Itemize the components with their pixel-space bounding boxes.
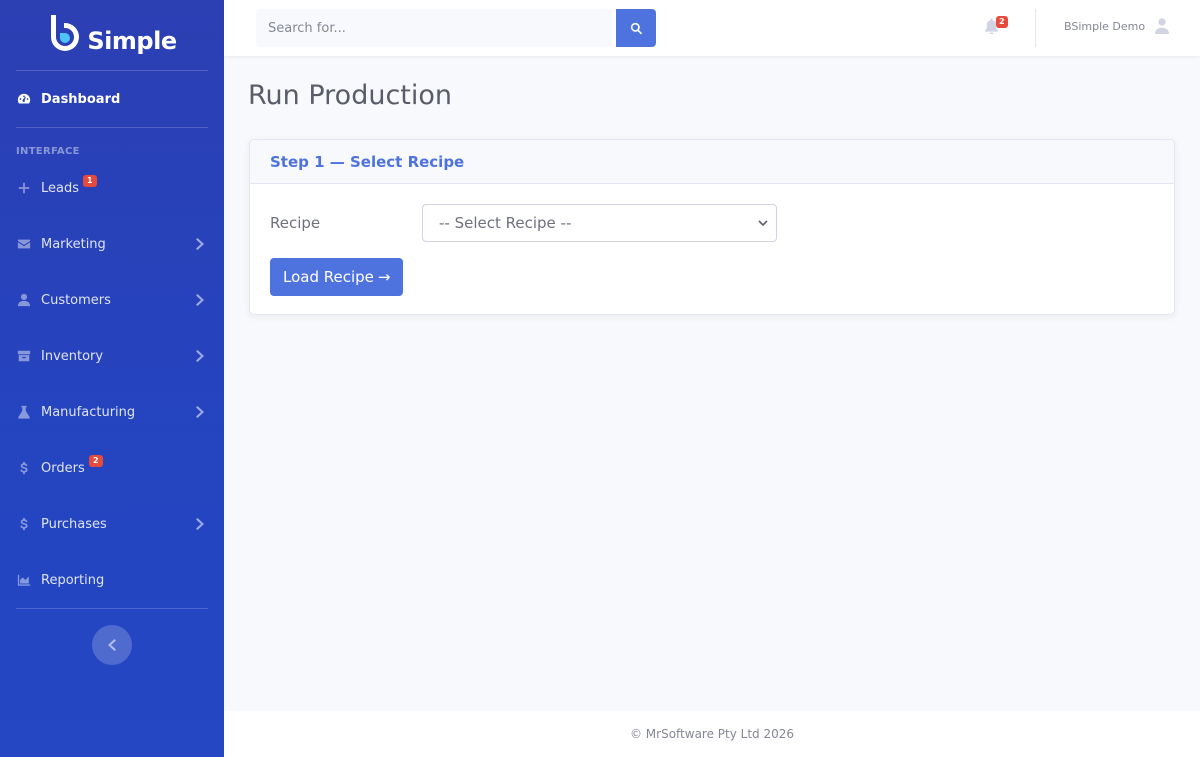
- card-header: Step 1 — Select Recipe: [250, 140, 1174, 184]
- arrow-right-icon: →: [377, 268, 391, 286]
- sidebar-toggle-button[interactable]: [92, 625, 132, 665]
- sidebar-item-purchases[interactable]: Purchases: [0, 496, 224, 552]
- sidebar-item-inventory[interactable]: Inventory: [0, 328, 224, 384]
- chevron-right-icon: [196, 294, 204, 306]
- topbar-divider: [1035, 9, 1036, 47]
- sidebar-item-leads[interactable]: Leads 1: [0, 160, 224, 216]
- search-input[interactable]: [256, 9, 612, 47]
- sidebar-item-label: Inventory: [41, 348, 104, 364]
- sidebar-divider: [16, 608, 208, 609]
- sidebar-item-label: Orders: [41, 460, 85, 476]
- flask-icon: [16, 404, 32, 420]
- recipe-select[interactable]: -- Select Recipe --: [422, 204, 777, 242]
- topbar: 2 BSimple Demo: [224, 0, 1200, 56]
- page-title: Run Production: [248, 80, 453, 111]
- sidebar-item-marketing[interactable]: Marketing: [0, 216, 224, 272]
- user-avatar-icon: [1155, 18, 1170, 34]
- user-menu[interactable]: BSimple Demo: [1064, 18, 1170, 34]
- search-button[interactable]: [616, 9, 656, 47]
- sidebar-item-label: Reporting: [41, 572, 105, 588]
- notifications-button[interactable]: 2: [984, 16, 1008, 36]
- user-icon: [16, 292, 32, 308]
- sidebar-item-label: Dashboard: [41, 91, 121, 107]
- recipe-form-row: Recipe -- Select Recipe --: [270, 204, 777, 242]
- chevron-left-icon: [108, 639, 116, 651]
- select-recipe-card: Step 1 — Select Recipe Recipe -- Select …: [249, 139, 1175, 315]
- envelope-icon: [16, 236, 32, 252]
- user-name: BSimple Demo: [1064, 19, 1146, 33]
- card-title: Step 1 — Select Recipe: [270, 152, 465, 171]
- chevron-right-icon: [196, 350, 204, 362]
- orders-badge: 2: [89, 455, 103, 467]
- sidebar-item-dashboard[interactable]: Dashboard: [0, 71, 224, 127]
- chevron-right-icon: [196, 238, 204, 250]
- sidebar: Simple Dashboard INTERFACE Leads 1 Marke…: [0, 0, 224, 757]
- chevron-right-icon: [196, 406, 204, 418]
- chevron-down-icon: [758, 219, 768, 226]
- copyright-text: © MrSoftware Pty Ltd 2026: [629, 727, 795, 741]
- brand-name: Simple: [87, 27, 177, 55]
- plus-icon: [16, 180, 32, 196]
- sidebar-item-label: Purchases: [41, 516, 107, 532]
- sidebar-item-label: Customers: [41, 292, 111, 308]
- chevron-right-icon: [196, 518, 204, 530]
- search-bar: [256, 9, 656, 47]
- brand-logo-icon: [51, 15, 80, 51]
- notifications-badge: 2: [996, 16, 1008, 28]
- sidebar-item-manufacturing[interactable]: Manufacturing: [0, 384, 224, 440]
- sidebar-item-customers[interactable]: Customers: [0, 272, 224, 328]
- sidebar-item-label: Leads: [41, 180, 80, 196]
- dollar-icon: [16, 516, 32, 532]
- search-icon: [630, 22, 642, 34]
- footer: © MrSoftware Pty Ltd 2026: [224, 711, 1200, 757]
- sidebar-item-label: Manufacturing: [41, 404, 136, 420]
- tachometer-icon: [16, 91, 32, 107]
- sidebar-item-orders[interactable]: Orders 2: [0, 440, 224, 496]
- box-icon: [16, 348, 32, 364]
- sidebar-heading: INTERFACE: [16, 146, 80, 157]
- load-recipe-button[interactable]: Load Recipe →: [270, 258, 404, 296]
- leads-badge: 1: [83, 175, 97, 187]
- load-recipe-label: Load Recipe: [283, 268, 374, 286]
- brand[interactable]: Simple: [0, 0, 224, 70]
- sidebar-item-reporting[interactable]: Reporting: [0, 552, 224, 608]
- sidebar-toggle-wrap: [0, 625, 224, 665]
- sidebar-item-label: Marketing: [41, 236, 106, 252]
- recipe-select-value: -- Select Recipe --: [439, 214, 572, 232]
- chart-area-icon: [16, 572, 32, 588]
- recipe-label: Recipe: [270, 214, 321, 232]
- dollar-icon: [16, 460, 32, 476]
